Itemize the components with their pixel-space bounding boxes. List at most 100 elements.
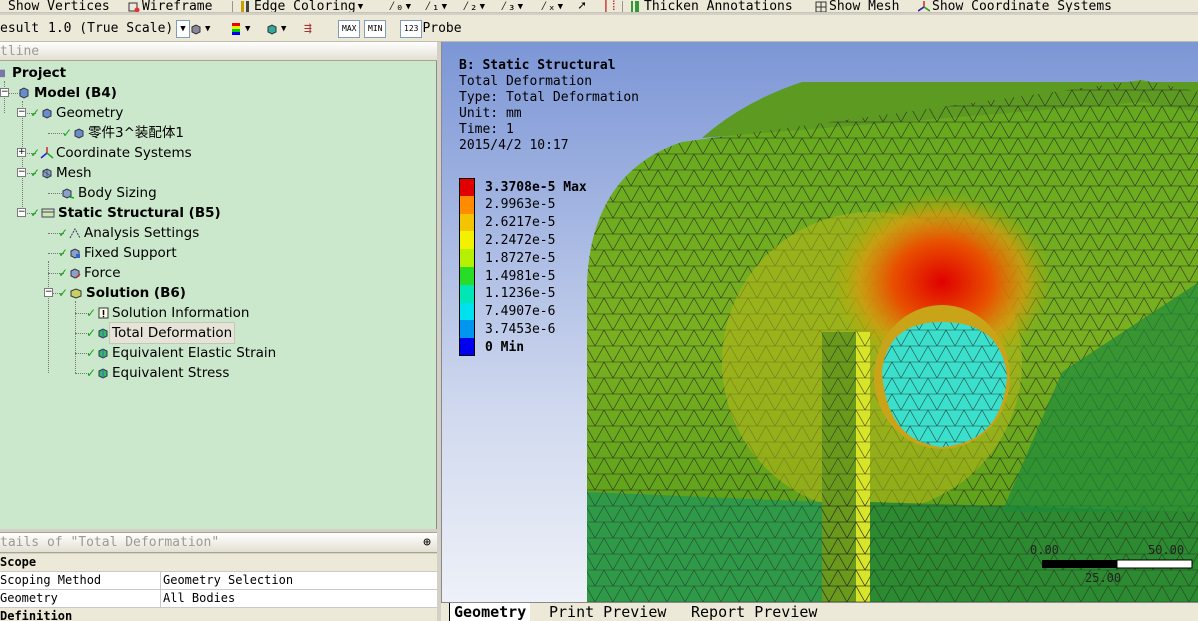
result-cube-icon	[98, 348, 108, 359]
check-icon: ✓	[58, 286, 69, 300]
tab-geometry[interactable]: Geometry	[449, 603, 531, 621]
toolbar-result: esult 1.0 (True Scale) ▼ ▼ ▼ ▼ ⇶ MAX MIN…	[0, 15, 1198, 42]
details-row-geometry[interactable]: Geometry All Bodies	[0, 590, 437, 608]
scale-select[interactable]: 1.0 (True Scale) ▼	[48, 20, 190, 38]
edge-style-5-button[interactable]: ⁄ₓ ▼	[540, 0, 564, 12]
show-vertices-button[interactable]: Show Vertices	[0, 0, 110, 13]
edge-style-2-button[interactable]: ⁄₁ ▼	[424, 0, 447, 12]
tree-node-mesh[interactable]: ✓ Mesh	[30, 163, 94, 183]
show-coordinate-systems-label: Show Coordinate Systems	[932, 0, 1113, 13]
result-title: B: Static Structural	[459, 58, 616, 73]
tree-node-part[interactable]: ✓ 零件3^装配体1	[62, 123, 186, 143]
legend-entry: 7.4907e-6	[459, 302, 555, 321]
edge-coloring-button[interactable]: Edge Coloring ▼	[240, 0, 363, 13]
result-text: esult	[0, 21, 40, 36]
details-row-scoping-method[interactable]: Scoping Method Geometry Selection	[0, 572, 437, 590]
details-value[interactable]: All Bodies	[160, 590, 437, 607]
result-info-line: Unit: mm	[459, 106, 522, 121]
edge-coloring-dropdown-icon[interactable]: ▼	[358, 1, 363, 13]
tree-node-solution-information[interactable]: ✓ Solution Information	[86, 303, 251, 323]
edge-style-1-button[interactable]: ⁄₀ ▼	[388, 0, 411, 13]
tree-node-fixed-support[interactable]: ✓ Fixed Support	[58, 243, 179, 263]
tree-node-coordinate-systems[interactable]: ✓ Coordinate Systems	[30, 143, 194, 163]
wireframe-button[interactable]: Wireframe	[128, 0, 212, 12]
colored-cube-icon	[267, 24, 277, 35]
bar-tool-button[interactable]: |⁞	[602, 0, 618, 12]
edge-style-4-icon: ⁄₃	[500, 0, 516, 13]
tree-node-analysis-settings[interactable]: ✓ Analysis Settings	[58, 223, 201, 243]
tree-node-total-deformation[interactable]: ✓ Total Deformation	[86, 322, 236, 344]
check-icon: ✓	[62, 126, 73, 140]
geometry-display-button[interactable]: ▼	[190, 20, 210, 38]
tree-node-body-sizing[interactable]: Body Sizing	[60, 183, 159, 203]
vector-button[interactable]: ⇶	[304, 20, 312, 38]
legend-swatch	[459, 320, 475, 339]
max-button[interactable]: MAX	[338, 20, 361, 38]
legend-label: 1.4981e-5	[485, 268, 556, 284]
vertices-icon	[0, 1, 6, 13]
legend-entry: 2.2472e-5	[459, 231, 555, 250]
scale-tick-end: 50.00	[1148, 543, 1184, 557]
tree-node-geometry[interactable]: ✓ Geometry	[30, 103, 125, 123]
tree-node-force[interactable]: ✓ Force	[58, 263, 123, 283]
tree-node-label: Mesh	[56, 165, 92, 181]
details-group-scope[interactable]: Scope	[0, 554, 437, 572]
edge-style-4-button[interactable]: ⁄₃ ▼	[500, 0, 524, 13]
legend-label: 0 Min	[485, 339, 525, 355]
tree-node-label: Model (B4)	[34, 85, 117, 101]
dropdown-icon: ▼	[517, 1, 524, 12]
arrow-icon: ➚	[578, 0, 586, 13]
legend-swatch	[459, 178, 475, 196]
fixed-support-icon	[70, 248, 80, 259]
probe-button[interactable]: 123 Probe	[400, 20, 462, 38]
tree-node-project[interactable]: Project	[0, 63, 68, 83]
tree-node-equivalent-stress[interactable]: ✓ Equivalent Stress	[86, 363, 231, 383]
legend-entry: 3.7453e-6	[459, 320, 555, 339]
tree-node-static-structural[interactable]: ✓ Static Structural (B5)	[30, 203, 223, 223]
legend-swatch	[459, 213, 475, 232]
legend-entry: 1.8727e-5	[459, 249, 555, 268]
tree-node-label: Solution (B6)	[86, 285, 186, 301]
tab-report-preview[interactable]: Report Preview	[687, 603, 821, 621]
legend-swatch	[459, 231, 475, 250]
pin-icon[interactable]: ⊕	[423, 533, 431, 553]
arrow-tool-button[interactable]: ➚	[578, 0, 586, 13]
check-icon: ✓	[86, 326, 97, 340]
collapse-project-toggle[interactable]: −	[0, 88, 9, 97]
part-icon	[74, 128, 84, 139]
details-value[interactable]: Geometry Selection	[160, 572, 437, 589]
min-button[interactable]: MIN	[364, 20, 387, 38]
static-structural-icon	[41, 208, 55, 218]
contour-button[interactable]: ▼	[230, 20, 250, 38]
tree-node-label: Total Deformation	[108, 322, 236, 344]
edge-style-1-icon: ⁄₀	[388, 0, 404, 13]
expand-coordinate-systems-toggle[interactable]: +	[17, 148, 26, 157]
dropdown-icon: ▼	[557, 1, 564, 12]
show-coordinate-systems-button[interactable]: Show Coordinate Systems	[918, 0, 1113, 13]
edge-style-3-button[interactable]: ⁄₂ ▼	[462, 0, 485, 12]
graphics-viewport[interactable]: 0.00 50.00 25.00 B: Static Structural To…	[441, 42, 1198, 602]
legend-entry: 1.4981e-5	[459, 267, 555, 285]
details-group-definition[interactable]: Definition	[0, 608, 437, 621]
edges-display-button[interactable]: ▼	[266, 20, 286, 38]
tree-node-model[interactable]: Model (B4)	[14, 83, 119, 103]
collapse-static-structural-toggle[interactable]: −	[17, 208, 26, 217]
scale-dropdown-icon[interactable]: ▼	[176, 20, 190, 38]
legend-swatch	[459, 284, 475, 303]
details-key: Scoping Method	[0, 573, 102, 587]
tab-print-preview[interactable]: Print Preview	[545, 603, 670, 621]
legend-entry: 1.1236e-5	[459, 284, 555, 303]
tree-node-equivalent-elastic-strain[interactable]: ✓ Equivalent Elastic Strain	[86, 343, 278, 363]
collapse-mesh-toggle[interactable]: −	[17, 168, 26, 177]
scale-tick-mid: 25.00	[1085, 571, 1121, 585]
collapse-geometry-toggle[interactable]: −	[17, 108, 26, 117]
geometry-icon	[42, 108, 52, 119]
details-key: Definition	[0, 609, 73, 621]
dropdown-icon: ▼	[245, 24, 251, 34]
legend-label: 2.9963e-5	[485, 197, 556, 213]
tree-node-solution[interactable]: ✓ Solution (B6)	[58, 283, 188, 303]
collapse-solution-toggle[interactable]: −	[44, 288, 53, 297]
info-icon	[98, 307, 109, 319]
show-mesh-button[interactable]: Show Mesh	[815, 0, 899, 12]
thicken-annotations-button[interactable]: Thicken Annotations	[630, 0, 793, 12]
